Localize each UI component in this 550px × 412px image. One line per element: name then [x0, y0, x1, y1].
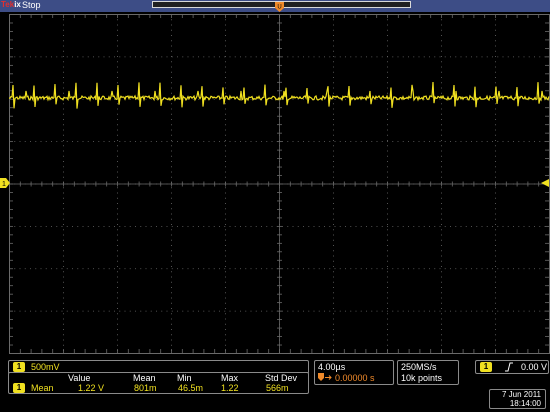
trigger-position-marker[interactable]: U — [275, 2, 284, 12]
svg-text:1: 1 — [2, 181, 6, 188]
delay-icon — [318, 373, 332, 381]
measurement-min: 46.5m — [178, 383, 204, 393]
header-min: Min — [177, 373, 192, 383]
measurement-value: 1.22 V — [78, 383, 105, 393]
date-time-readout: 7 Jun 2011 18:14:00 — [489, 389, 546, 409]
trigger-position-label: U — [277, 5, 281, 11]
channel-1-badge: 1 — [13, 362, 25, 372]
tektronix-logo: Tekix — [1, 0, 21, 9]
channel-1-waveform — [9, 81, 550, 109]
horizontal-timebase-readout[interactable]: 4.00µs 0.00000 s — [314, 360, 394, 385]
grid-lines — [9, 14, 550, 354]
measurement-table[interactable]: Value Mean Min Max Std Dev 1 Mean 1.22 V… — [8, 372, 309, 394]
header-mean: Mean — [133, 373, 156, 383]
date: 7 Jun 2011 — [502, 390, 541, 399]
channel-1-scale: 500mV — [31, 362, 60, 372]
measurement-channel-badge: 1 — [13, 383, 25, 393]
measurement-type: Mean — [31, 383, 54, 393]
time: 18:14:00 — [509, 399, 541, 408]
record-length: 10k points — [401, 373, 443, 383]
sample-rate: 250MS/s — [401, 362, 437, 372]
measurement-mean: 801m — [134, 383, 157, 393]
measurement-max: 1.22 — [221, 383, 239, 393]
trigger-level-marker[interactable] — [541, 179, 549, 187]
rising-edge-icon — [505, 362, 513, 372]
trigger-level: 0.00 V — [521, 362, 548, 372]
waveform-graticule[interactable] — [9, 14, 550, 354]
acquisition-readout[interactable]: 250MS/s 10k points — [397, 360, 459, 385]
horizontal-position: 0.00000 s — [335, 373, 375, 383]
header-std-dev: Std Dev — [265, 373, 298, 383]
timebase-scale: 4.00µs — [318, 362, 346, 372]
measurement-std-dev: 566m — [266, 383, 289, 393]
header-max: Max — [221, 373, 239, 383]
acquisition-status: Stop — [22, 0, 41, 10]
channel-1-ground-marker[interactable]: 1 — [0, 178, 10, 188]
trigger-readout[interactable]: 1 0.00 V — [475, 360, 549, 374]
header-value: Value — [68, 373, 91, 383]
trigger-source-badge: 1 — [480, 362, 492, 372]
